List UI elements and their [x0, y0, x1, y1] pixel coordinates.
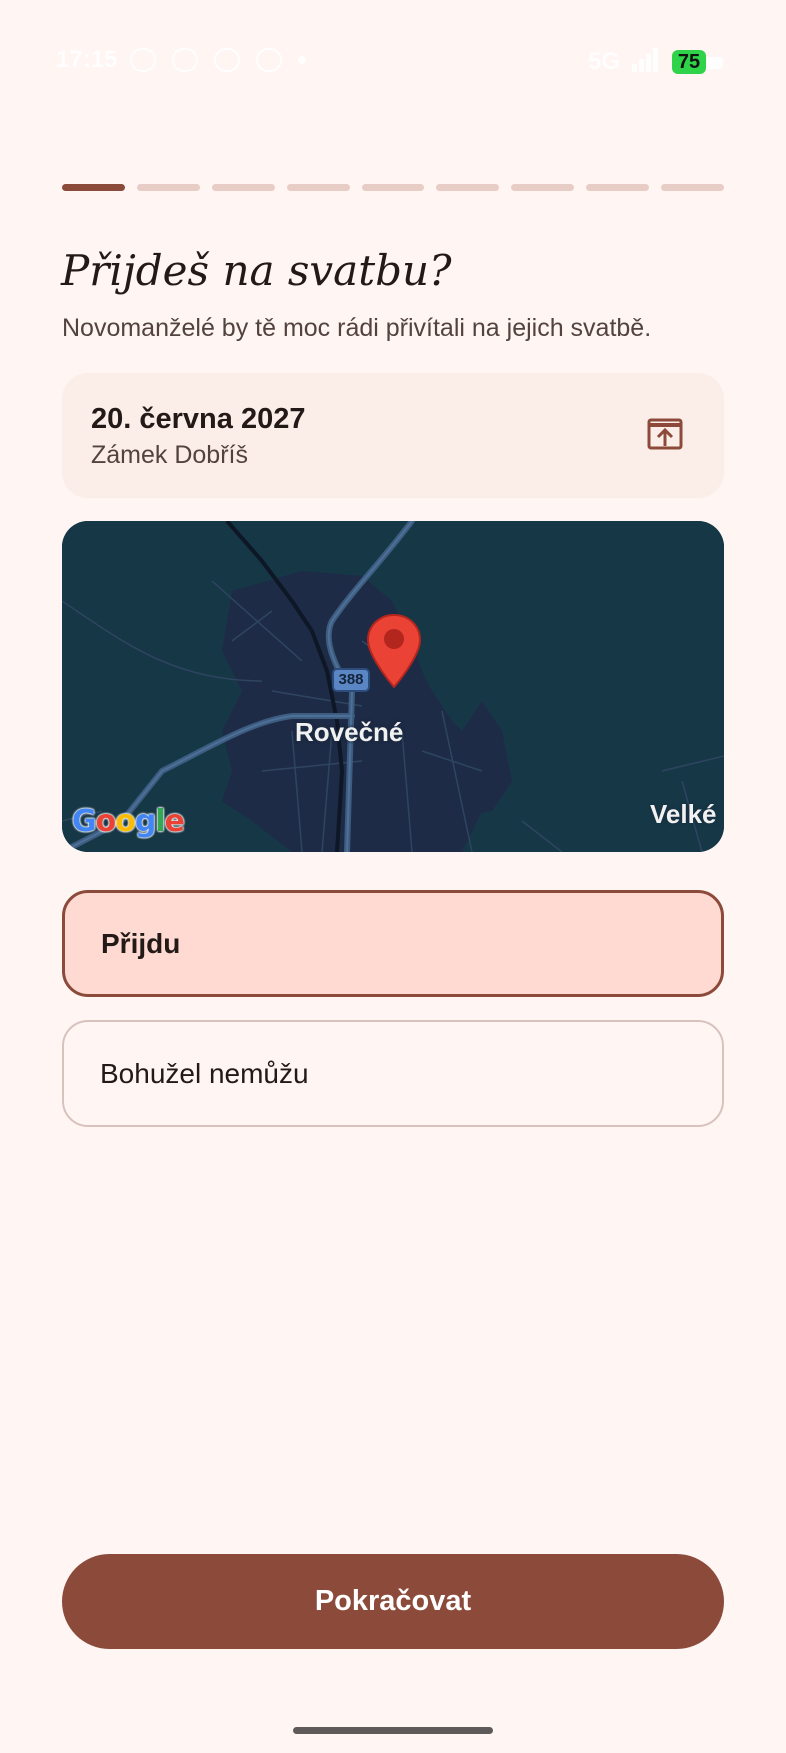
notification-icons	[130, 48, 306, 72]
option-not-attending[interactable]: Bohužel nemůžu	[62, 1020, 724, 1127]
message-icon	[130, 48, 156, 72]
battery-tip	[707, 57, 723, 69]
message-icon	[256, 48, 282, 72]
location-pin-icon	[366, 613, 422, 689]
option-attending[interactable]: Přijdu	[62, 890, 724, 997]
progress-segment	[511, 184, 575, 191]
car-icon	[172, 48, 198, 72]
battery-icon: 75	[672, 50, 706, 74]
progress-segment	[361, 184, 425, 191]
option-not-attending-label: Bohužel nemůžu	[100, 1057, 309, 1089]
progress-segment	[661, 184, 725, 191]
more-dot-icon	[298, 56, 306, 64]
open-in-new-icon	[647, 418, 683, 450]
progress-segment	[436, 184, 500, 191]
map-town-label-secondary: Velké	[650, 799, 717, 829]
signal-icon	[632, 48, 660, 72]
progress-segment	[286, 184, 350, 191]
map-town-label: Rovečné	[295, 717, 404, 747]
open-in-new-button[interactable]	[640, 409, 690, 459]
progress-segment	[136, 184, 200, 191]
progress-segment	[62, 184, 125, 191]
location-map[interactable]: 388 Rovečné Velké Google	[62, 521, 724, 852]
status-time: 17:15	[56, 46, 118, 73]
network-type: 5G	[588, 48, 621, 75]
option-attending-label: Přijdu	[101, 927, 181, 959]
continue-button[interactable]: Pokračovat	[62, 1554, 724, 1649]
event-card: 20. června 2027 Zámek Dobříš	[62, 373, 724, 498]
progress-segment	[211, 184, 275, 191]
page-subtitle: Novomanželé by tě moc rádi přivítali na …	[62, 314, 652, 342]
road-number-badge: 388	[332, 668, 370, 692]
event-date: 20. června 2027	[91, 403, 306, 435]
step-progress	[62, 184, 725, 191]
status-bar: 17:15 5G 75	[0, 0, 786, 124]
page-title: Přijdeš na svatbu?	[61, 246, 452, 295]
google-logo: Google	[72, 804, 185, 839]
progress-segment	[586, 184, 650, 191]
home-indicator[interactable]	[293, 1727, 493, 1734]
event-venue: Zámek Dobříš	[91, 441, 248, 469]
message-icon	[214, 48, 240, 72]
